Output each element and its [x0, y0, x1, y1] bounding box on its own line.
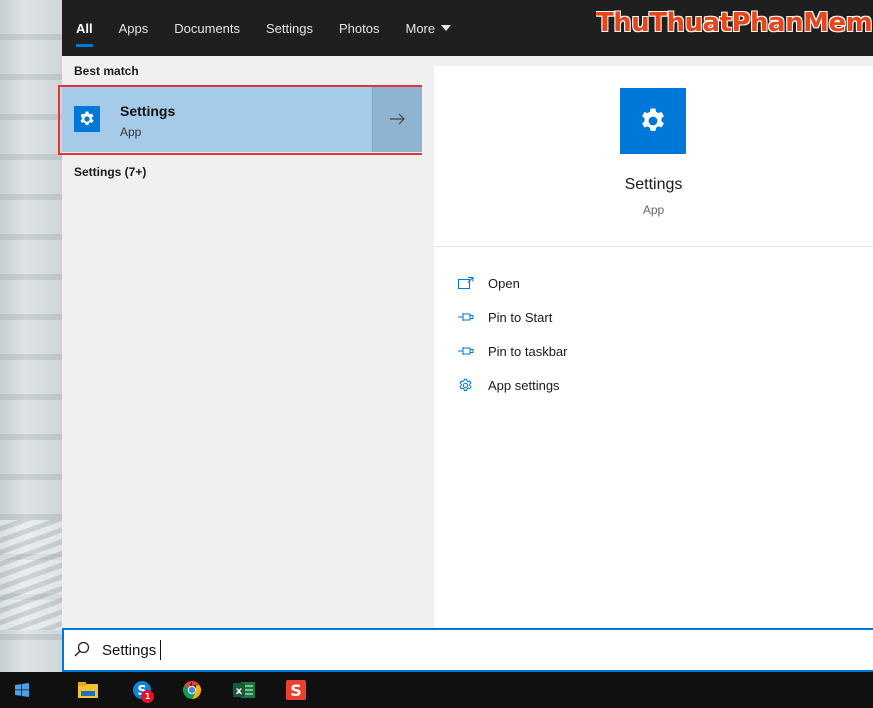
excel-icon: x	[233, 682, 255, 698]
svg-text:S: S	[290, 681, 302, 700]
action-label: App settings	[488, 377, 560, 393]
gear-icon	[620, 88, 686, 154]
result-subtitle: App	[120, 125, 142, 139]
tab-label: Settings	[266, 20, 313, 36]
text-cursor	[160, 640, 161, 660]
preview-area: Settings App Open Pin to Start Pin to ta	[422, 56, 873, 628]
taskbar: S 1 x S	[0, 672, 873, 708]
tab-label: More	[405, 20, 436, 36]
chevron-down-icon	[441, 25, 452, 31]
windows-logo-icon	[15, 683, 29, 697]
search-bar[interactable]	[62, 628, 873, 672]
gear-outline-icon	[458, 378, 480, 393]
folder-icon	[78, 682, 98, 698]
taskbar-excel[interactable]: x	[226, 672, 262, 708]
tab-label: All	[76, 20, 93, 36]
results-pane: Best match Settings App Settings (7+)	[62, 56, 422, 628]
notification-badge: 1	[141, 690, 154, 703]
action-pin-to-taskbar[interactable]: Pin to taskbar	[458, 334, 568, 368]
action-app-settings[interactable]: App settings	[458, 368, 568, 402]
preview-subtitle: App	[642, 203, 665, 217]
start-button[interactable]	[4, 672, 40, 708]
watermark-logo: ThuThuatPhanMem.vn	[596, 8, 873, 38]
s-app-icon: S	[286, 680, 306, 700]
desktop-background	[0, 0, 62, 672]
action-label: Open	[488, 275, 520, 291]
chrome-icon	[182, 681, 202, 699]
tab-more[interactable]: More	[405, 0, 452, 56]
search-icon	[74, 641, 90, 662]
tab-documents[interactable]: Documents	[174, 0, 240, 56]
divider	[434, 246, 873, 247]
arrow-right-icon	[389, 113, 405, 125]
taskbar-file-explorer[interactable]	[70, 672, 106, 708]
best-match-heading: Best match	[74, 64, 139, 78]
tab-label: Apps	[118, 20, 149, 36]
settings-group-heading[interactable]: Settings (7+)	[74, 165, 146, 179]
taskbar-s-app[interactable]: S	[278, 672, 314, 708]
tab-apps[interactable]: Apps	[119, 0, 149, 56]
result-title: Settings	[120, 103, 176, 119]
pin-icon	[458, 346, 480, 356]
tab-all[interactable]: All	[76, 0, 93, 56]
action-list: Open Pin to Start Pin to taskbar App set…	[458, 266, 568, 402]
gear-icon	[74, 106, 100, 132]
taskbar-skype[interactable]: S 1	[124, 672, 160, 708]
tab-label: Documents	[174, 20, 241, 36]
action-label: Pin to Start	[488, 309, 553, 325]
svg-text:x: x	[236, 686, 243, 697]
search-filter-bar: All Apps Documents Settings Photos More …	[62, 0, 873, 56]
tab-photos[interactable]: Photos	[339, 0, 379, 56]
action-label: Pin to taskbar	[488, 343, 568, 359]
open-window-icon	[458, 277, 480, 289]
taskbar-chrome[interactable]	[174, 672, 210, 708]
action-pin-to-start[interactable]: Pin to Start	[458, 300, 568, 334]
preview-title: Settings	[624, 176, 683, 193]
tab-settings[interactable]: Settings	[266, 0, 313, 56]
search-input[interactable]	[102, 638, 802, 662]
pin-icon	[458, 312, 480, 322]
open-details-button[interactable]	[372, 86, 422, 152]
tab-label: Photos	[339, 20, 380, 36]
preview-pane: Settings App Open Pin to Start Pin to ta	[434, 66, 873, 628]
filter-tabs: All Apps Documents Settings Photos More	[76, 0, 477, 56]
best-match-result[interactable]: Settings App	[62, 86, 422, 152]
action-open[interactable]: Open	[458, 266, 568, 300]
